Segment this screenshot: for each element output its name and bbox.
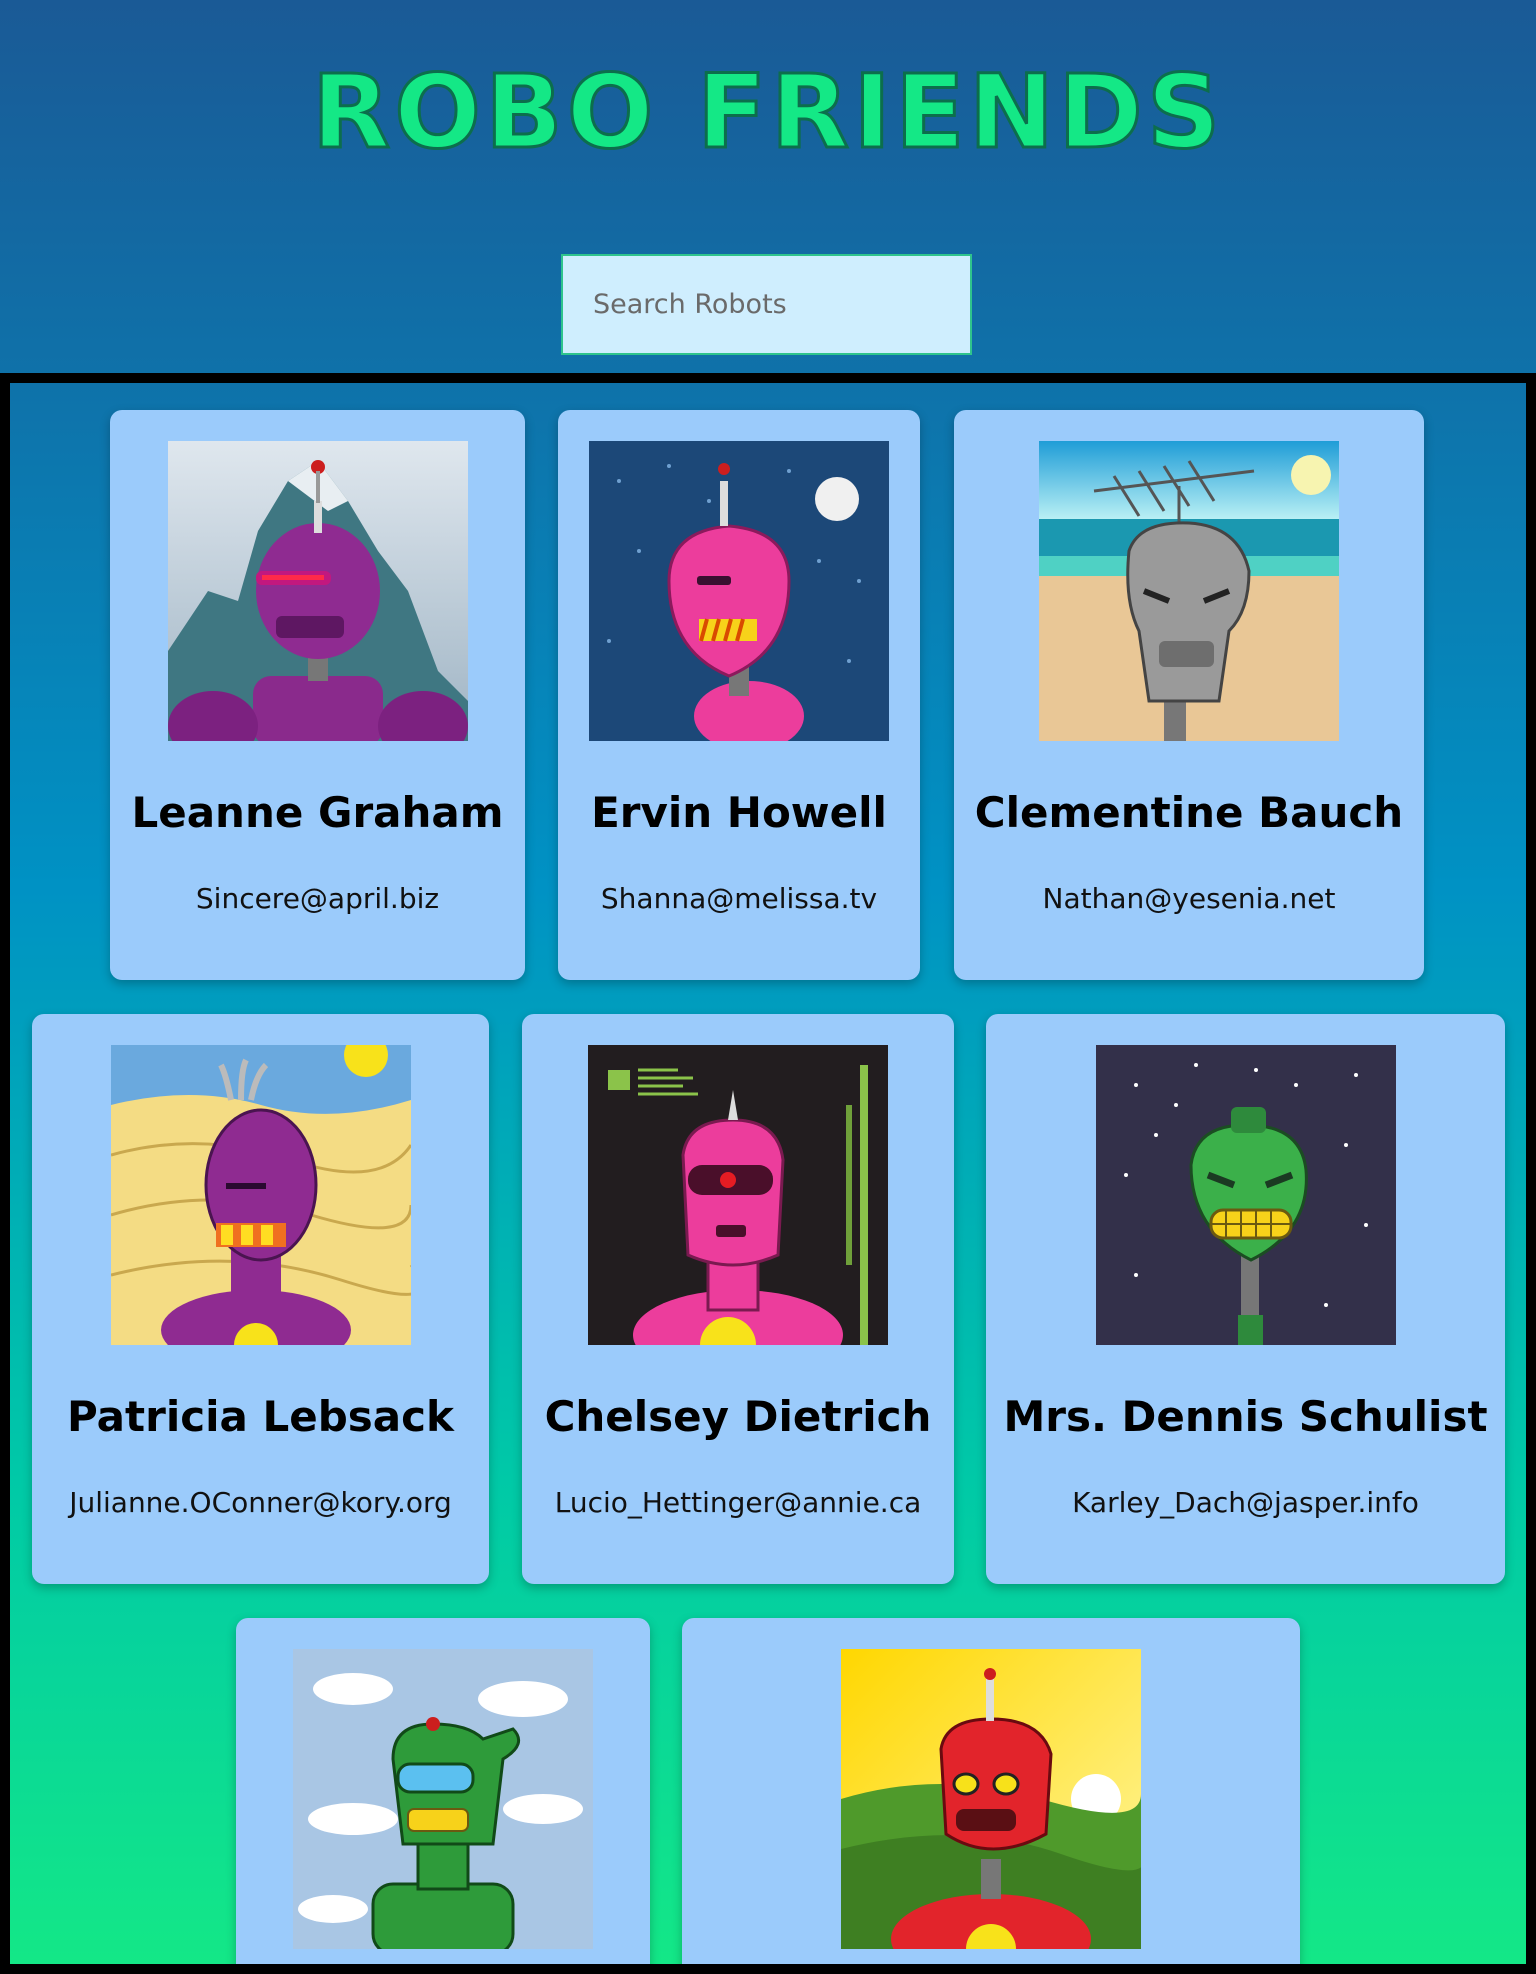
robot-card[interactable]: Clementine Bauch Nathan@yesenia.net <box>954 410 1424 980</box>
robot-name: Patricia Lebsack <box>67 1392 454 1441</box>
robot-avatar-image <box>589 441 889 741</box>
robot-email: Shanna@melissa.tv <box>600 882 878 915</box>
robot-name: Chelsey Dietrich <box>544 1392 932 1441</box>
robot-card[interactable]: Mrs. Dennis Schulist Karley_Dach@jasper.… <box>986 1014 1505 1584</box>
robot-avatar-image <box>110 1045 411 1345</box>
app-title: ROBO FRIENDS <box>310 53 1225 172</box>
robot-card[interactable]: Chelsey Dietrich Lucio_Hettinger@annie.c… <box>522 1014 954 1584</box>
robot-avatar-image <box>841 1649 1141 1949</box>
robot-name: Ervin Howell <box>591 788 887 837</box>
robot-email: Julianne.OConner@kory.org <box>69 1486 452 1519</box>
robot-avatar-image <box>1095 1045 1396 1345</box>
robofriends-page: ROBO FRIENDS Search Robots Leanne Graham… <box>0 0 1536 1974</box>
robot-card[interactable]: Leanne Graham Sincere@april.biz <box>110 410 525 980</box>
robot-avatar-image <box>167 441 468 741</box>
robot-name: Clementine Bauch <box>974 788 1404 837</box>
robot-name: Leanne Graham <box>131 788 504 837</box>
card-list-scroll-panel[interactable]: Leanne Graham Sincere@april.biz Ervin Ho… <box>0 373 1536 1974</box>
robot-email: Karley_Dach@jasper.info <box>1072 1486 1419 1519</box>
robot-card[interactable]: Ervin Howell Shanna@melissa.tv <box>558 410 920 980</box>
robot-email: Sincere@april.biz <box>195 882 440 915</box>
search-input[interactable] <box>561 254 972 355</box>
robot-email: Lucio_Hettinger@annie.ca <box>554 1486 922 1519</box>
robot-avatar-image <box>1039 441 1339 741</box>
robot-avatar-image <box>293 1649 593 1949</box>
robot-card[interactable]: Patricia Lebsack Julianne.OConner@kory.o… <box>32 1014 489 1584</box>
robot-card[interactable] <box>682 1618 1300 1964</box>
robot-email: Nathan@yesenia.net <box>1042 882 1336 915</box>
robot-avatar-image <box>588 1045 888 1345</box>
robot-card[interactable] <box>236 1618 650 1964</box>
robot-name: Mrs. Dennis Schulist <box>1003 1392 1488 1441</box>
